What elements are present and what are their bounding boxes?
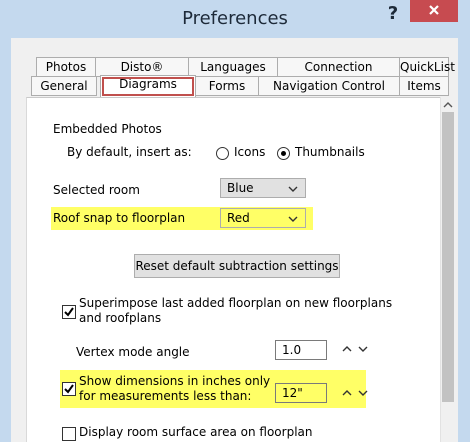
- show-dimensions-label-line1: Show dimensions in inches only: [79, 374, 271, 388]
- window-frame-right: [458, 38, 470, 442]
- check-icon: [64, 307, 74, 317]
- superimpose-label-line1: Superimpose last added floorplan on new …: [79, 296, 393, 310]
- superimpose-label-line2: and roofplans: [79, 311, 162, 325]
- radio-thumbnails[interactable]: [277, 147, 290, 160]
- tab-items[interactable]: Items: [399, 76, 449, 96]
- reset-subtraction-button[interactable]: Reset default subtraction settings: [134, 254, 340, 278]
- show-dimensions-checkbox[interactable]: [62, 382, 76, 396]
- close-button[interactable]: [410, 0, 458, 22]
- check-icon: [64, 384, 74, 394]
- radio-thumbnails-label: Thumbnails: [295, 145, 365, 159]
- selected-room-label: Selected room: [53, 183, 140, 197]
- tab-quicklist[interactable]: QuickList: [399, 57, 455, 77]
- vertex-angle-input[interactable]: 1.0: [275, 340, 327, 360]
- show-dimensions-input[interactable]: 12": [275, 383, 327, 403]
- roof-snap-select[interactable]: Red: [220, 208, 306, 228]
- radio-icons[interactable]: [216, 147, 229, 160]
- vertex-angle-down[interactable]: [356, 342, 370, 356]
- close-icon: [429, 5, 439, 15]
- chevron-down-icon: [288, 216, 298, 222]
- tab-photos[interactable]: Photos: [36, 57, 96, 77]
- show-dimensions-up[interactable]: [340, 386, 354, 400]
- selected-room-value: Blue: [227, 181, 254, 195]
- radio-selected-dot: [281, 151, 286, 156]
- vertex-angle-up[interactable]: [340, 342, 354, 356]
- display-area-checkbox[interactable]: [62, 427, 76, 441]
- roof-snap-value: Red: [227, 211, 250, 225]
- display-area-label: Display room surface area on floorplan: [79, 425, 313, 439]
- chevron-down-icon: [288, 186, 298, 192]
- insert-as-label: By default, insert as:: [67, 145, 192, 159]
- show-dimensions-label-line2: for measurements less than:: [79, 389, 252, 403]
- roof-snap-label: Roof snap to floorplan: [53, 211, 186, 225]
- tab-languages[interactable]: Languages: [188, 57, 278, 77]
- show-dimensions-down[interactable]: [356, 386, 370, 400]
- tab-connection[interactable]: Connection: [277, 57, 400, 77]
- scrollbar-thumb[interactable]: [442, 112, 454, 402]
- embedded-photos-heading: Embedded Photos: [53, 122, 162, 136]
- tab-navigation-control[interactable]: Navigation Control: [258, 76, 400, 96]
- tab-diagrams[interactable]: Diagrams: [100, 75, 196, 98]
- superimpose-checkbox[interactable]: [62, 305, 76, 319]
- chevron-up-icon[interactable]: [442, 100, 454, 110]
- vertex-angle-label: Vertex mode angle: [76, 345, 190, 359]
- selected-room-select[interactable]: Blue: [220, 178, 306, 198]
- tab-general[interactable]: General: [31, 76, 97, 96]
- help-button[interactable]: ?: [380, 0, 406, 28]
- tab-disto[interactable]: Disto®: [95, 57, 189, 77]
- tab-forms[interactable]: Forms: [195, 76, 259, 96]
- radio-icons-label: Icons: [234, 145, 266, 159]
- window-frame-left: [0, 38, 11, 442]
